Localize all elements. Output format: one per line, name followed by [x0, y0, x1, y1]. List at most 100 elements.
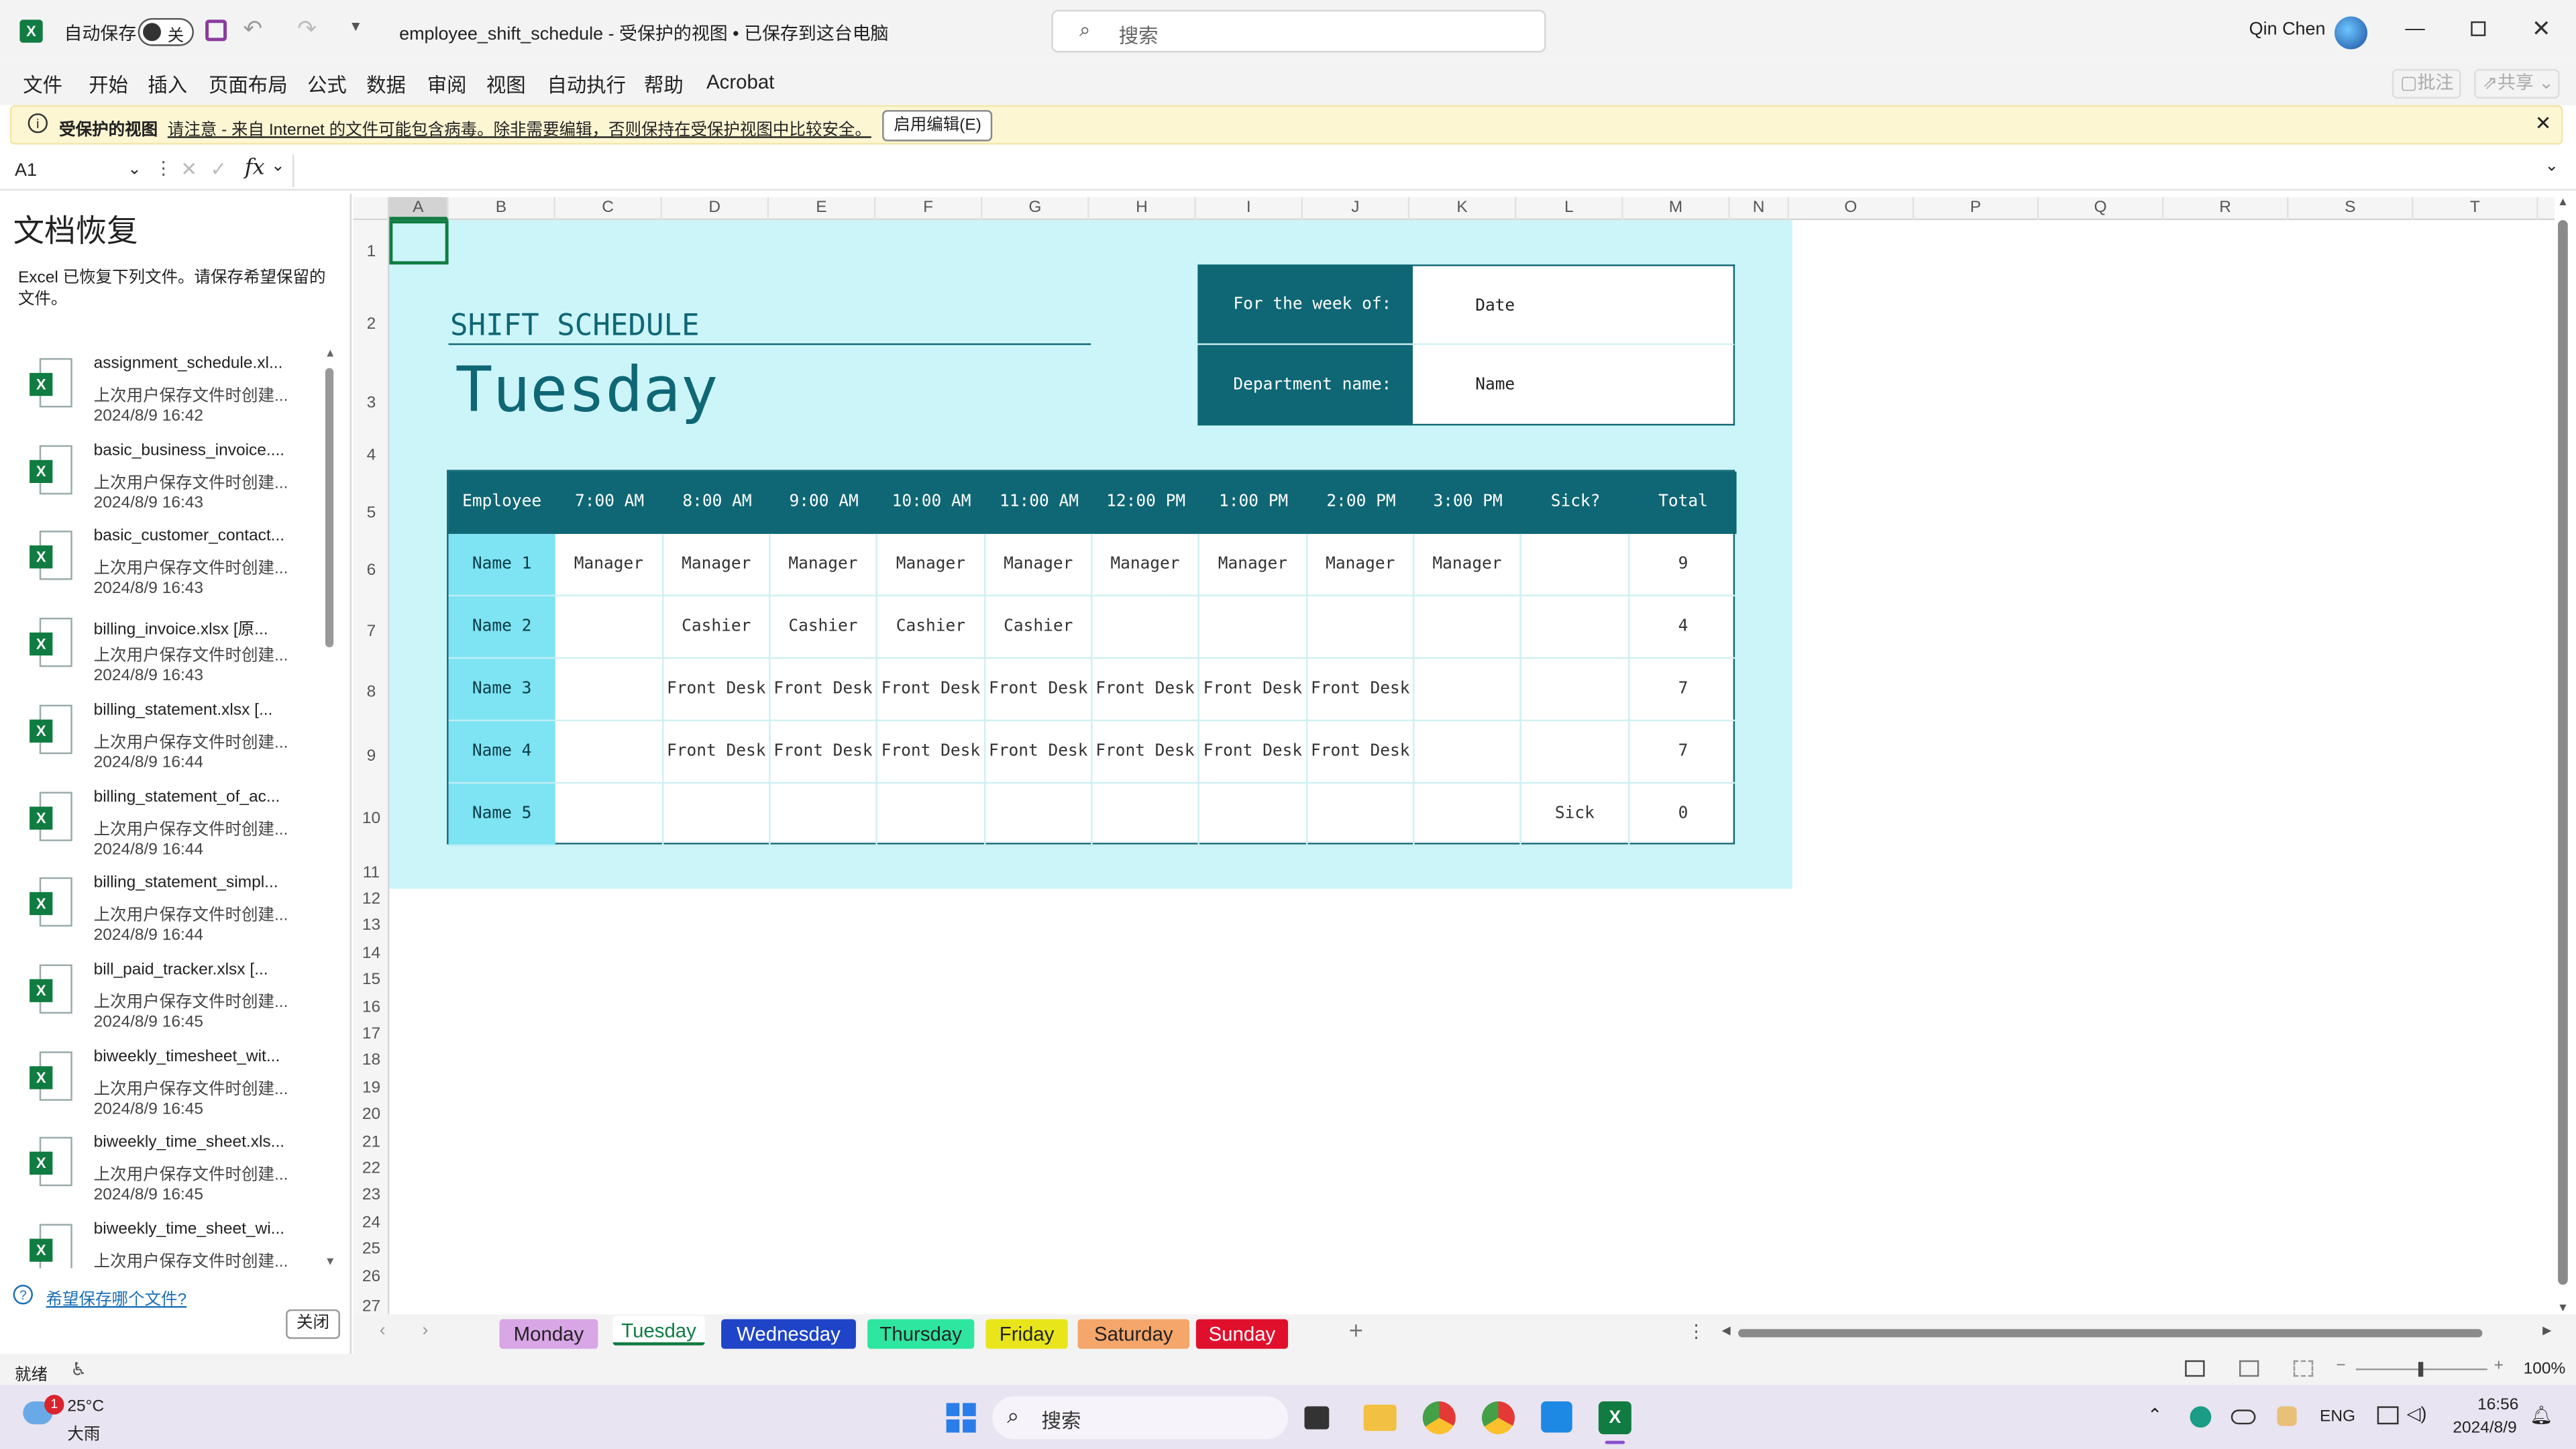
taskbar-search[interactable]: ⌕ 搜索	[992, 1396, 1289, 1440]
shift-cell[interactable]	[1414, 596, 1521, 659]
column-header[interactable]: G	[983, 197, 1089, 221]
sheet-tab-saturday[interactable]: Saturday	[1077, 1319, 1190, 1349]
scroll-down-icon[interactable]: ▼	[323, 1256, 337, 1268]
shift-cell[interactable]: Front Desk	[663, 721, 771, 784]
shift-cell[interactable]: Manager	[663, 533, 771, 596]
vscroll-down-icon[interactable]: ▼	[2553, 1303, 2573, 1314]
menu-insert[interactable]: 插入	[148, 70, 187, 99]
shift-cell[interactable]: Manager	[555, 533, 664, 596]
enable-editing-button[interactable]: 启用编辑(E)	[882, 110, 994, 142]
recovery-close-button[interactable]: 关闭	[286, 1309, 340, 1339]
avatar[interactable]	[2334, 16, 2368, 50]
recovery-item[interactable]: Xbilling_statement_of_ac... 上次用户保存文件时创建..…	[0, 788, 321, 873]
sheet-tab-friday[interactable]: Friday	[985, 1319, 1068, 1349]
column-header[interactable]: B	[449, 197, 555, 221]
menu-home[interactable]: 开始	[89, 70, 128, 99]
shift-cell[interactable]	[1092, 784, 1199, 847]
tab-scroll-right-icon[interactable]: ›	[422, 1321, 428, 1340]
column-header[interactable]: D	[662, 197, 769, 221]
save-icon[interactable]	[205, 19, 227, 42]
row-header[interactable]: 17	[354, 1025, 390, 1043]
clock-date[interactable]: 2024/8/9	[2453, 1419, 2516, 1438]
shift-cell[interactable]: Cashier	[770, 596, 877, 659]
row-header[interactable]: 27	[354, 1298, 390, 1316]
clock-time[interactable]: 16:56	[2477, 1397, 2518, 1415]
shift-cell[interactable]	[1521, 721, 1630, 784]
column-header[interactable]: I	[1196, 197, 1303, 221]
menu-review[interactable]: 审阅	[427, 70, 467, 99]
customize-toolbar-icon[interactable]: ▾	[352, 18, 360, 36]
shift-cell[interactable]: Front Desk	[770, 659, 877, 722]
week-value[interactable]: Date	[1413, 264, 1735, 345]
cancel-icon[interactable]: ✕	[180, 158, 197, 180]
row-header[interactable]: 26	[354, 1269, 390, 1287]
recovery-item[interactable]: Xbilling_invoice.xlsx [原... 上次用户保存文件时创建..…	[0, 614, 321, 700]
shift-cell[interactable]: Manager	[1199, 533, 1308, 596]
menu-view[interactable]: 视图	[486, 70, 526, 99]
shift-cell[interactable]: Manager	[770, 533, 877, 596]
total-cell[interactable]: 0	[1629, 784, 1737, 847]
vertical-scrollbar[interactable]: ▲ ▼	[2553, 197, 2573, 1314]
vscroll-thumb[interactable]	[2558, 220, 2568, 1285]
notification-bell-icon[interactable]: 🔔︎	[2530, 1405, 2553, 1426]
shift-cell[interactable]: Manager	[985, 533, 1093, 596]
row-header[interactable]: 22	[354, 1160, 390, 1178]
minimize-button[interactable]: —	[2405, 16, 2424, 39]
document-title[interactable]: employee_shift_schedule - 受保护的视图 • 已保存到这…	[399, 19, 888, 46]
sheet-tab-thursday[interactable]: Thursday	[867, 1319, 975, 1349]
name-box[interactable]: A1 ⌄	[10, 156, 145, 186]
column-header[interactable]: A	[389, 197, 449, 221]
column-header[interactable]: R	[2163, 197, 2289, 221]
column-header[interactable]: H	[1089, 197, 1196, 221]
shift-cell[interactable]	[1414, 659, 1521, 722]
title-chevron-down-icon[interactable]: ⌄	[867, 18, 881, 36]
row-header[interactable]: 12	[354, 890, 390, 908]
shift-cell[interactable]	[663, 784, 771, 847]
restore-button[interactable]	[2471, 21, 2486, 36]
shift-cell[interactable]	[1092, 596, 1199, 659]
row-header[interactable]: 13	[354, 917, 390, 935]
shift-cell[interactable]	[555, 659, 664, 722]
close-window-button[interactable]: ✕	[2532, 15, 2551, 43]
language-indicator[interactable]: ENG	[2320, 1408, 2355, 1426]
scroll-thumb[interactable]	[325, 368, 334, 647]
shift-cell[interactable]	[985, 784, 1093, 847]
app-tray-icon[interactable]	[2277, 1406, 2297, 1426]
row-header[interactable]: 9	[354, 747, 390, 765]
more-options-icon[interactable]: ⋮	[154, 158, 172, 179]
zoom-level[interactable]: 100%	[2524, 1360, 2566, 1379]
close-bar-icon[interactable]: ✕	[2535, 112, 2552, 135]
shift-cell[interactable]: Sick	[1521, 784, 1630, 847]
shift-cell[interactable]: Front Desk	[877, 721, 986, 784]
column-header[interactable]: K	[1409, 197, 1517, 221]
column-header[interactable]: F	[875, 197, 983, 221]
shift-cell[interactable]: Cashier	[985, 596, 1093, 659]
redo-icon[interactable]: ↷	[297, 15, 317, 43]
employee-name-cell[interactable]: Name 1	[448, 533, 555, 596]
shift-cell[interactable]: Front Desk	[877, 659, 986, 722]
total-cell[interactable]: 9	[1629, 534, 1737, 596]
total-cell[interactable]: 4	[1629, 596, 1737, 659]
shift-cell[interactable]: Front Desk	[1307, 659, 1415, 722]
row-header[interactable]: 14	[354, 945, 390, 963]
shift-cell[interactable]: Front Desk	[985, 659, 1093, 722]
weather-widget[interactable]: 1 25°C 大雨	[19, 1395, 151, 1444]
hscroll-left-icon[interactable]: ◀	[1722, 1324, 1731, 1337]
tray-chevron-icon[interactable]: ⌃	[2147, 1405, 2163, 1426]
shift-cell[interactable]: Manager	[1414, 533, 1521, 596]
department-value[interactable]: Name	[1413, 345, 1735, 426]
zoom-slider-thumb[interactable]	[2418, 1362, 2424, 1377]
undo-icon[interactable]: ↶	[243, 15, 262, 43]
autosave-toggle[interactable]: 关	[138, 17, 194, 46]
column-header[interactable]: L	[1516, 197, 1623, 221]
total-cell[interactable]: 7	[1629, 659, 1737, 722]
user-name[interactable]: Qin Chen	[2249, 19, 2326, 39]
shift-cell[interactable]	[1307, 784, 1415, 847]
column-header[interactable]: M	[1623, 197, 1730, 221]
shift-cell[interactable]: Front Desk	[1092, 721, 1199, 784]
column-header[interactable]: T	[2414, 197, 2538, 221]
column-header[interactable]: P	[1914, 197, 2039, 221]
employee-name-cell[interactable]: Name 5	[448, 784, 555, 847]
shift-cell[interactable]: Cashier	[877, 596, 986, 659]
recovery-item[interactable]: Xbilling_statement_simpl... 上次用户保存文件时创建..…	[0, 874, 321, 959]
